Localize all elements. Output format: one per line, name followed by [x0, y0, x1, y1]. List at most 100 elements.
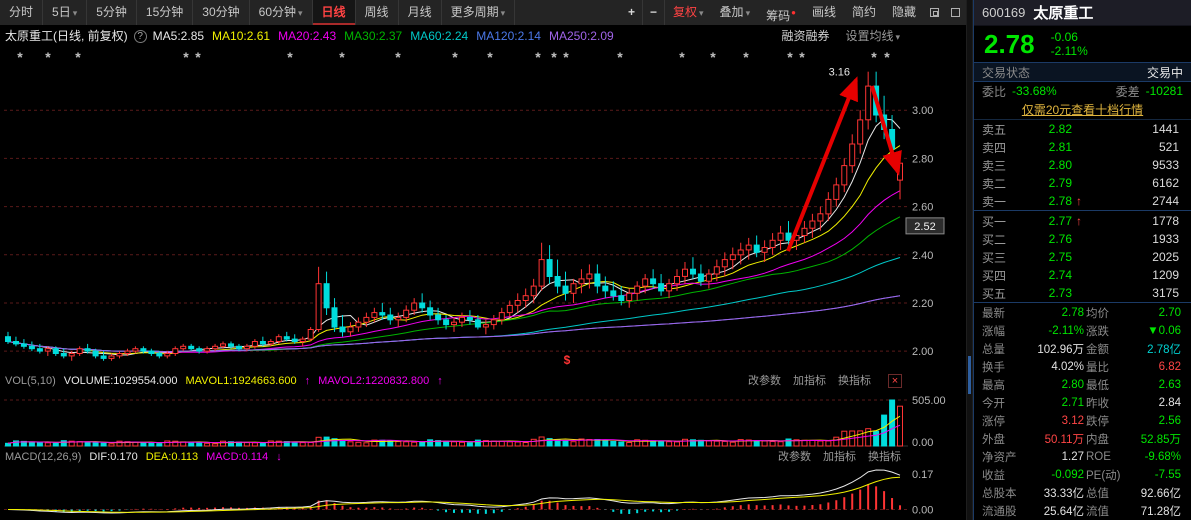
tool-button-6[interactable]: 隐藏: [884, 0, 924, 25]
svg-text:2.80: 2.80: [912, 153, 933, 165]
stat-value: ▼0.06: [1136, 325, 1183, 337]
pane-action-3[interactable]: 换指标: [863, 448, 906, 466]
help-icon[interactable]: ?: [134, 30, 147, 43]
svg-text:*: *: [452, 49, 458, 65]
change-value: -0.06: [1051, 30, 1088, 44]
period-tab-label: 30分钟: [202, 5, 239, 19]
bid-row-2[interactable]: 买二2.761933: [974, 230, 1191, 248]
bid-row-5[interactable]: 买五2.733175: [974, 284, 1191, 302]
period-tab-7[interactable]: 日线: [313, 0, 356, 25]
bid-book: 买一2.77↑1778买二2.761933买三2.752025买四2.74120…: [974, 212, 1191, 302]
bid-price: 2.73: [1016, 286, 1072, 300]
period-tab-5[interactable]: 30分钟: [193, 0, 249, 25]
period-tab-label: 日线: [322, 5, 346, 19]
period-tab-9[interactable]: 月线: [399, 0, 442, 25]
ask-row-4[interactable]: 卖二2.796162: [974, 174, 1191, 192]
chevron-down-icon: ▾: [501, 8, 506, 18]
stat-value: 2.84: [1136, 397, 1183, 409]
volume-pane-header: VOL(5,10) VOLUME:1029554.000 MAVOL1:1924…: [0, 372, 906, 390]
ma-label-3: MA20:2.43: [278, 26, 336, 46]
pane-action-1[interactable]: 改参数: [743, 372, 786, 390]
stat-value: 102.96万: [1028, 341, 1086, 357]
margin-trading-link[interactable]: 融资融券: [781, 26, 829, 47]
bid-row-3[interactable]: 买三2.752025: [974, 248, 1191, 266]
svg-text:*: *: [17, 49, 23, 65]
period-tab-label: 5分钟: [96, 5, 127, 19]
zoom-in-button[interactable]: +: [621, 0, 643, 25]
pane-action-3[interactable]: 换指标: [833, 372, 876, 390]
stat-value: 25.64亿: [1028, 503, 1086, 519]
level2-promo-link[interactable]: 仅需20元查看十档行情: [974, 100, 1191, 120]
main-price-chart[interactable]: 3.002.802.602.402.202.00****************…: [0, 46, 966, 372]
period-tab-10[interactable]: 更多周期▾: [442, 0, 516, 25]
stat-value: 1.27: [1028, 451, 1086, 463]
stat-label: 总量: [982, 341, 1028, 357]
fullscreen-icon[interactable]: [951, 8, 960, 17]
chevron-down-icon: ▾: [895, 32, 900, 42]
ma-settings-link[interactable]: 设置均线▾: [845, 26, 900, 47]
stat-label: 流通股: [982, 503, 1028, 519]
mavol1-label: MAVOL1:1924663.600: [186, 372, 297, 390]
period-tab-4[interactable]: 15分钟: [137, 0, 193, 25]
bid-row-1[interactable]: 买一2.77↑1778: [974, 212, 1191, 230]
stat-value: 2.80: [1028, 379, 1086, 391]
stat-row-11: 总股本33.33亿总值92.66亿: [974, 484, 1191, 502]
ask-row-2[interactable]: 卖四2.81521: [974, 138, 1191, 156]
ask-row-1[interactable]: 卖五2.821441: [974, 120, 1191, 138]
tool-button-2[interactable]: 叠加▾: [712, 0, 759, 25]
close-icon[interactable]: ×: [888, 374, 902, 388]
ma-label-4: MA30:2.37: [344, 26, 402, 46]
chart-area: 太原重工(日线, 前复权) ? MA5:2.85MA10:2.61MA20:2.…: [0, 26, 966, 520]
volume-chart[interactable]: 505.000.00: [0, 390, 966, 448]
ma-label-5: MA60:2.24: [410, 26, 468, 46]
stat-label: 金额: [1086, 341, 1136, 357]
svg-text:2.20: 2.20: [912, 298, 933, 310]
tool-button-1[interactable]: 复权▾: [665, 0, 712, 25]
chevron-down-icon: ▾: [73, 8, 78, 18]
period-tab-3[interactable]: 5分钟: [87, 0, 137, 25]
stat-value: 6.82: [1136, 361, 1183, 373]
svg-text:0.00: 0.00: [912, 437, 933, 448]
stat-label: 净资产: [982, 449, 1028, 465]
bid-price: 2.77: [1016, 214, 1072, 228]
ask-row-5[interactable]: 卖一2.78↑2744: [974, 192, 1191, 210]
trade-direction-arrow: ↑: [1072, 214, 1086, 228]
ma-label-7: MA250:2.09: [549, 26, 614, 46]
period-tab-6[interactable]: 60分钟▾: [250, 0, 313, 25]
bid-volume: 1933: [1086, 232, 1183, 246]
stat-label: PE(动): [1086, 467, 1136, 483]
stat-label: 涨停: [982, 413, 1028, 429]
pane-action-2[interactable]: 加指标: [818, 448, 861, 466]
expand-icon[interactable]: [930, 8, 939, 17]
tool-button-5[interactable]: 简约: [844, 0, 884, 25]
pane-action-2[interactable]: 加指标: [788, 372, 831, 390]
period-tab-8[interactable]: 周线: [356, 0, 399, 25]
pane-action-1[interactable]: 改参数: [773, 448, 816, 466]
svg-text:*: *: [287, 49, 293, 65]
stat-label: 流值: [1086, 503, 1136, 519]
stat-row-2: 涨幅-2.11%涨跌▼0.06: [974, 322, 1191, 340]
stat-value: 2.78亿: [1136, 341, 1183, 357]
weibi-label: 委比: [982, 83, 1006, 100]
weicha-label: 委差: [1116, 83, 1140, 100]
macd-chart[interactable]: 0.170.00: [0, 466, 966, 520]
tool-button-3[interactable]: 筹码●: [758, 0, 804, 25]
stat-value: 50.11万: [1028, 431, 1086, 447]
panel-splitter[interactable]: [966, 0, 973, 520]
tool-label: 简约: [852, 5, 876, 19]
change-percent: -2.11%: [1051, 44, 1088, 58]
svg-text:0.17: 0.17: [912, 469, 933, 481]
ask-label: 卖二: [982, 175, 1016, 192]
period-tab-1[interactable]: 分时: [0, 0, 43, 25]
red-dot-icon: ●: [791, 8, 796, 17]
zoom-out-button[interactable]: −: [643, 0, 665, 25]
ask-row-3[interactable]: 卖三2.809533: [974, 156, 1191, 174]
splitter-handle[interactable]: [968, 356, 971, 394]
bid-volume: 1209: [1086, 268, 1183, 282]
tool-button-4[interactable]: 画线: [804, 0, 844, 25]
svg-text:*: *: [743, 49, 749, 65]
period-tab-2[interactable]: 5日▾: [43, 0, 87, 25]
ask-price: 2.81: [1016, 140, 1072, 154]
stat-value: -9.68%: [1136, 451, 1183, 463]
bid-row-4[interactable]: 买四2.741209: [974, 266, 1191, 284]
